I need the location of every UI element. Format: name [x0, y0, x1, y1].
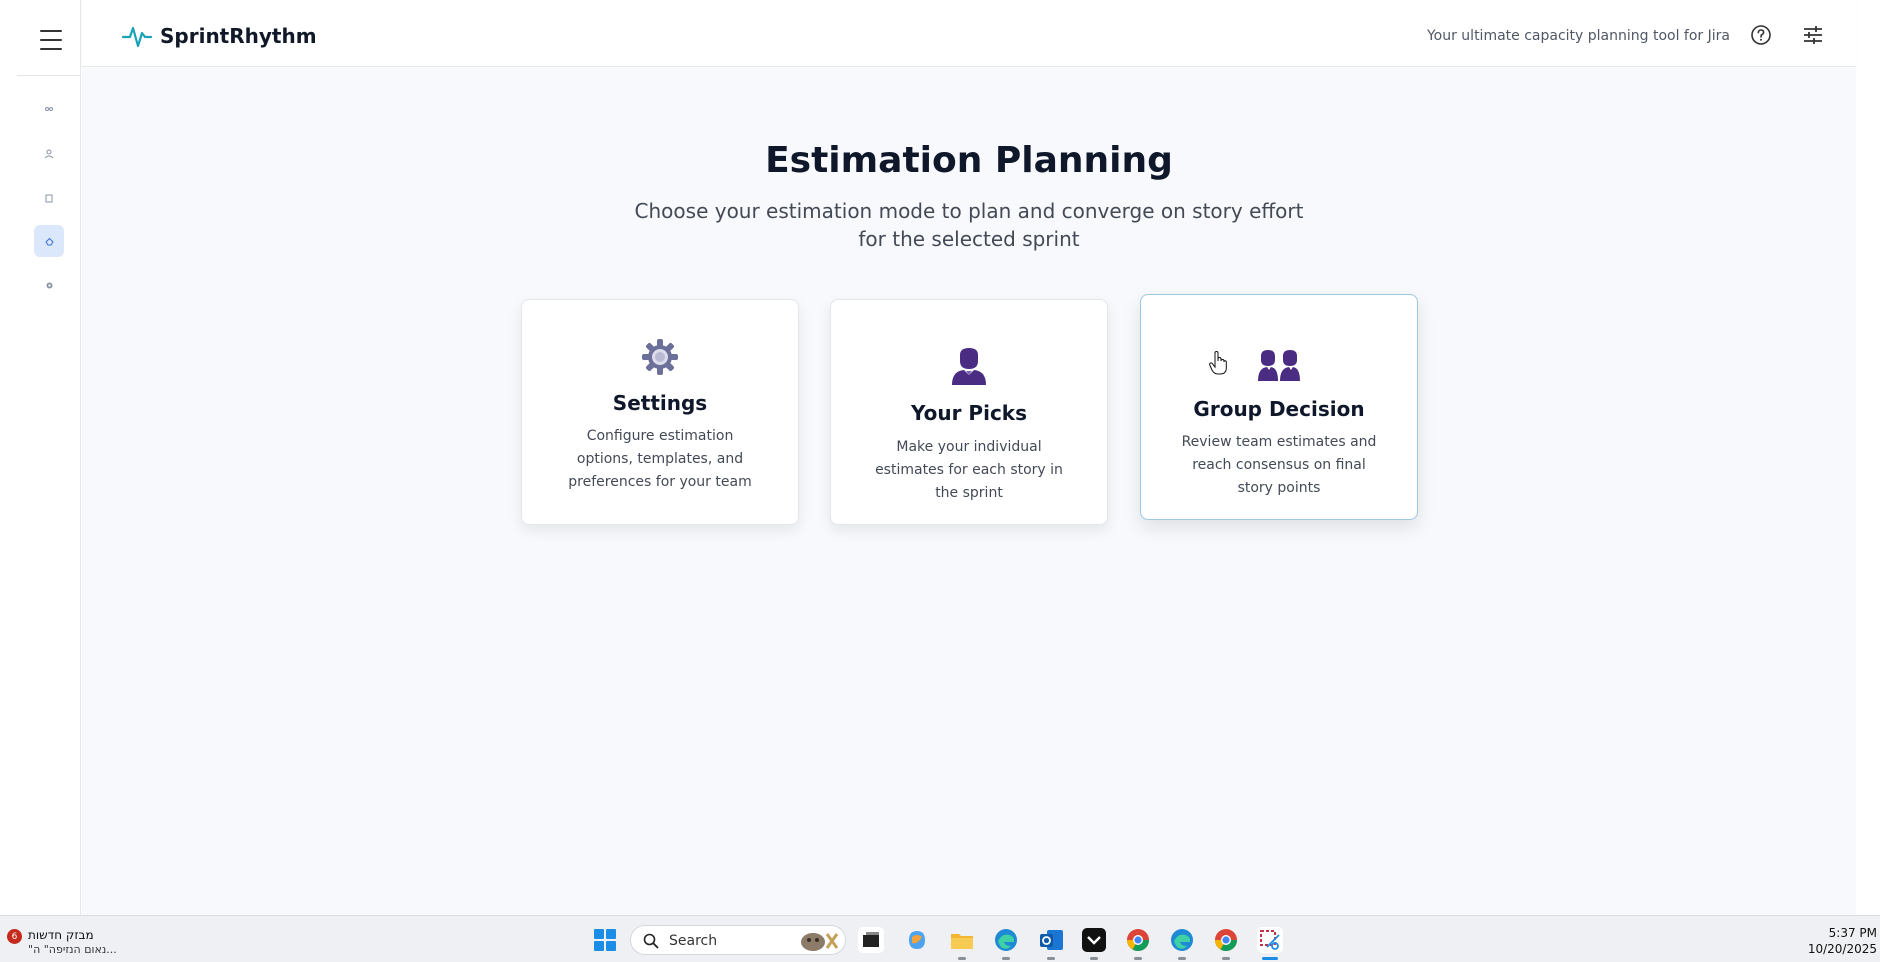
- rail-item-person[interactable]: [34, 138, 64, 170]
- card-description: Configure estimation options, templates,…: [568, 428, 752, 490]
- hamburger-menu-icon[interactable]: [40, 30, 62, 50]
- clock-date: 10/20/2025: [1807, 942, 1877, 956]
- main-content: Estimation Planning Choose your estimati…: [82, 68, 1856, 915]
- taskbar-app-file-explorer[interactable]: [949, 927, 975, 960]
- group-icon: [1258, 350, 1300, 381]
- edge-icon: [995, 929, 1017, 951]
- page-title: Estimation Planning: [765, 140, 1173, 181]
- gear-icon: [46, 282, 52, 288]
- person-icon: [952, 348, 986, 385]
- news-badge: 6: [7, 929, 22, 944]
- estimation-icon: [44, 237, 54, 245]
- app-name: SprintRhythm: [160, 24, 317, 48]
- search-highlight-icon: [801, 933, 839, 951]
- taskbar-app-outlook[interactable]: [1038, 927, 1064, 960]
- left-rail: [0, 0, 81, 915]
- rail-item-settings[interactable]: [34, 269, 64, 301]
- taskbar-search[interactable]: Search: [630, 925, 846, 955]
- pulse-logo-icon: [122, 26, 152, 48]
- outlook-icon: [1040, 930, 1063, 950]
- os-taskbar: 6 מבזק חדשות "נאום הנזיפה" ה... Search 5…: [0, 915, 1880, 962]
- card-title: Group Decision: [1193, 397, 1365, 421]
- people-icon: [45, 107, 53, 111]
- app-dark-icon: [1082, 928, 1106, 952]
- app-tagline: Your ultimate capacity planning tool for…: [1426, 28, 1730, 44]
- edge-icon: [1171, 929, 1193, 951]
- gear-icon: [642, 339, 678, 375]
- page-subtitle: Choose your estimation mode to plan and …: [634, 199, 1304, 251]
- card-title: Settings: [612, 391, 708, 415]
- rail-divider: [17, 75, 81, 76]
- hand-cursor-icon: [1209, 351, 1227, 375]
- settings-card[interactable]: Settings Configure estimation options, t…: [521, 299, 799, 525]
- chrome-icon: [1215, 929, 1237, 951]
- news-snippet: "נאום הנזיפה" ה...: [28, 943, 117, 956]
- brand[interactable]: SprintRhythm: [122, 22, 317, 50]
- taskbar-app-chrome[interactable]: [1125, 927, 1151, 960]
- rail-item-estimation[interactable]: [34, 225, 64, 257]
- taskbar-app-copilot[interactable]: [904, 927, 930, 953]
- your-picks-card[interactable]: Your Picks Make your individual estimate…: [830, 299, 1108, 525]
- group-decision-card[interactable]: Group Decision Review team estimates and…: [1140, 294, 1418, 520]
- taskbar-app-dark[interactable]: [1081, 927, 1107, 960]
- rail-item-people[interactable]: [34, 94, 64, 126]
- person-icon: [44, 149, 54, 159]
- search-placeholder: Search: [669, 933, 718, 949]
- card-description: Review team estimates and reach consensu…: [1181, 434, 1377, 496]
- tune-settings-icon[interactable]: [1802, 24, 1824, 46]
- taskbar-app-edge[interactable]: [993, 927, 1019, 960]
- folder-icon: [951, 934, 973, 949]
- help-icon[interactable]: [1750, 24, 1772, 46]
- app-header: SprintRhythm Your ultimate capacity plan…: [82, 0, 1856, 67]
- news-title: מבזק חדשות: [28, 928, 94, 942]
- rail-item-document[interactable]: [34, 182, 64, 214]
- copilot-icon: [909, 931, 925, 949]
- card-title: Your Picks: [910, 401, 1028, 425]
- document-icon: [45, 194, 53, 202]
- search-icon: [643, 933, 659, 949]
- taskbar-app-chrome-2[interactable]: [1213, 927, 1239, 960]
- taskbar-app-edge-2[interactable]: [1169, 927, 1195, 960]
- news-widget[interactable]: 6 מבזק חדשות "נאום הנזיפה" ה...: [0, 924, 140, 956]
- system-clock[interactable]: 5:37 PM 10/20/2025: [1808, 925, 1877, 957]
- taskbar-app-task-view[interactable]: [858, 927, 884, 953]
- start-button[interactable]: [594, 929, 616, 951]
- taskbar-app-snipping-tool[interactable]: [1257, 927, 1283, 960]
- task-view-icon: [863, 932, 879, 947]
- chrome-icon: [1127, 929, 1149, 951]
- snipping-tool-icon: [1260, 930, 1280, 950]
- clock-time: 5:37 PM: [1828, 926, 1877, 940]
- card-description: Make your individual estimates for each …: [875, 439, 1063, 501]
